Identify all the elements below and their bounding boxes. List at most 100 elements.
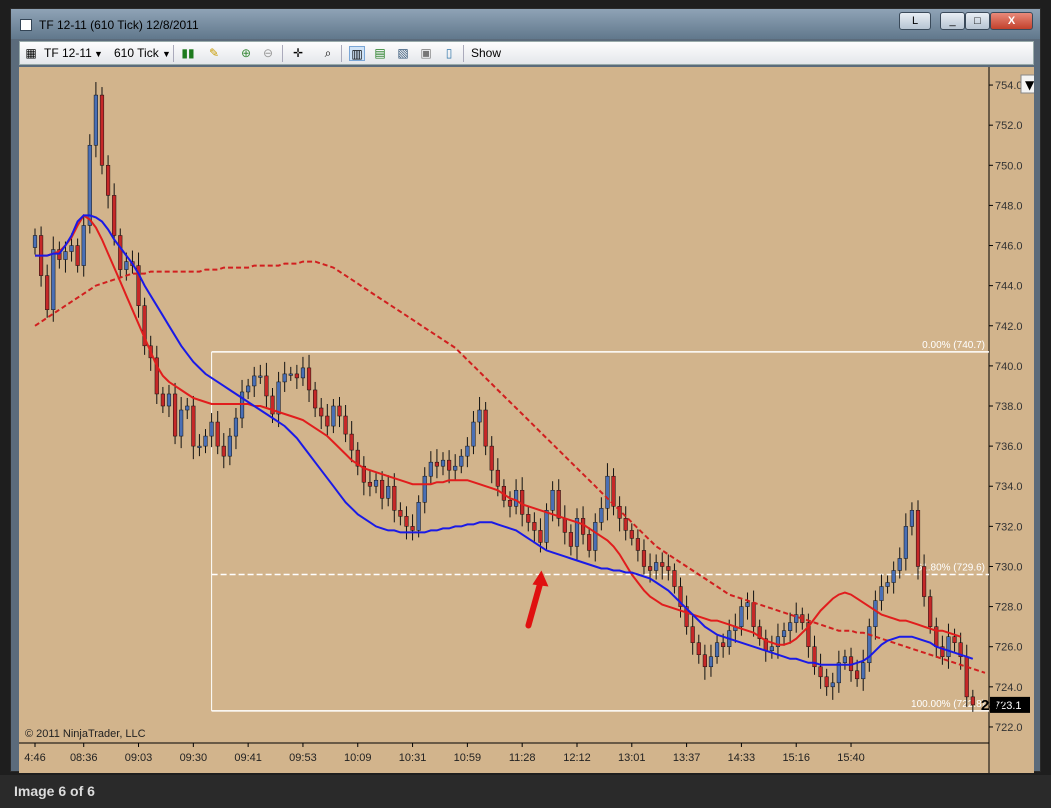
maximize-button[interactable]: □ — [965, 12, 990, 30]
candle-body — [227, 435, 232, 457]
properties-icon[interactable]: ▣ — [418, 46, 434, 61]
x-tick-label: 10:31 — [399, 752, 427, 764]
candle-body — [544, 510, 549, 543]
x-tick-label: 13:37 — [673, 752, 701, 764]
chart-window: TF 12-11 (610 Tick) 12/8/2011 L _ □ X ▦ … — [10, 8, 1041, 773]
candle-body — [209, 421, 214, 437]
title-bar[interactable]: TF 12-11 (610 Tick) 12/8/2011 L _ □ X — [11, 9, 1040, 39]
zoom-out-icon[interactable]: ⊖ — [260, 46, 276, 61]
candle-body — [32, 235, 38, 248]
candle-body — [946, 636, 951, 657]
bar-type-icon[interactable]: ▮▮ — [180, 46, 196, 61]
candle-body — [562, 518, 567, 533]
link-button[interactable]: L — [899, 12, 931, 30]
x-tick-label: 15:40 — [837, 752, 865, 764]
data-box-icon[interactable]: ▯ — [441, 46, 457, 61]
close-button[interactable]: X — [990, 12, 1033, 30]
instrument-selector[interactable]: TF 12-11 — [44, 46, 92, 60]
y-tick-label: 748.0 — [995, 200, 1023, 212]
indicators-icon[interactable]: ▤ — [372, 46, 388, 61]
candle-body — [112, 195, 117, 236]
candle-body — [294, 373, 299, 379]
x-tick-label: 09:03 — [125, 752, 153, 764]
x-tick-label: 08:36 — [70, 752, 98, 764]
candle-body — [538, 530, 543, 543]
candle-body — [386, 485, 391, 499]
candle-body — [666, 566, 671, 571]
candle-body — [660, 562, 665, 567]
toolbar-separator — [341, 45, 342, 62]
candle-body — [690, 626, 695, 643]
y-tick-label: 728.0 — [995, 602, 1023, 614]
candle-body — [191, 405, 196, 447]
y-tick-label: 724.0 — [995, 682, 1023, 694]
price-chart[interactable]: 754.0 752.0 750.0 748.0 746.0 744.0 742.0 740.0… — [19, 67, 1034, 773]
candle-body — [885, 582, 890, 587]
candle-body — [337, 405, 342, 417]
candle-body — [818, 666, 823, 678]
x-tick-label: 09:53 — [289, 752, 317, 764]
candle-body — [172, 393, 178, 437]
y-tick-label: 746.0 — [995, 241, 1023, 253]
show-button[interactable]: Show — [471, 46, 501, 60]
candle-body — [325, 415, 330, 427]
copyright-label: © 2011 NinjaTrader, LLC — [25, 728, 146, 740]
candle-body — [380, 479, 385, 499]
chevron-down-icon[interactable]: ▼ — [94, 49, 103, 59]
candle-body — [306, 367, 312, 391]
candle-body — [714, 642, 720, 657]
crosshair-icon[interactable]: ✛ — [290, 46, 306, 61]
magnifier-icon[interactable]: ⌕ — [320, 46, 336, 61]
y-tick-label: 726.0 — [995, 642, 1023, 654]
zoom-in-icon[interactable]: ⊕ — [238, 46, 254, 61]
candle-body — [300, 367, 306, 379]
candle-body — [75, 245, 80, 266]
candle-body — [288, 373, 293, 376]
toolbar-separator — [463, 45, 464, 62]
candle-body — [952, 636, 957, 643]
fib-level-label: 61.80% (729.6) — [917, 563, 985, 574]
candle-body — [654, 562, 659, 571]
candle-body — [788, 622, 793, 631]
toolbar-separator — [282, 45, 283, 62]
candle-body — [964, 656, 969, 698]
x-tick-label: 10:59 — [454, 752, 482, 764]
strategies-icon[interactable]: ▧ — [395, 46, 411, 61]
candle-body — [514, 490, 519, 507]
candle-body — [587, 534, 592, 551]
candle-body — [507, 500, 513, 507]
candle-body — [897, 558, 902, 571]
x-tick-label: 4:46 — [24, 752, 45, 764]
x-tick-label: 14:33 — [728, 752, 756, 764]
chevron-down-icon[interactable]: ▼ — [162, 49, 171, 59]
candle-body — [87, 144, 92, 226]
candle-body — [635, 538, 640, 551]
candle-body — [495, 469, 500, 487]
candle-body — [233, 417, 239, 437]
candle-body — [745, 602, 750, 607]
candle-body — [343, 415, 348, 435]
candle-body — [392, 485, 397, 511]
x-tick-label: 15:16 — [782, 752, 810, 764]
candle-body — [903, 526, 908, 559]
candle-body — [599, 508, 604, 523]
y-tick-label: 754.0 — [995, 80, 1023, 92]
chevron-down-icon: ▼ — [1025, 78, 1034, 92]
candle-body — [721, 642, 726, 647]
candle-body — [593, 522, 598, 551]
y-tick-label: 736.0 — [995, 441, 1023, 453]
candle-body — [179, 409, 184, 437]
pencil-icon[interactable]: ✎ — [206, 46, 222, 61]
candle-body — [81, 225, 86, 266]
minimize-button[interactable]: _ — [940, 12, 965, 30]
chart-style-icon[interactable]: ▥ — [349, 46, 365, 61]
candle-body — [568, 532, 573, 547]
candle-body — [824, 676, 829, 688]
window-title: TF 12-11 (610 Tick) 12/8/2011 — [39, 18, 199, 32]
candle-body — [197, 445, 202, 448]
candle-body — [258, 375, 263, 378]
x-tick-label: 11:28 — [509, 752, 536, 764]
candle-body — [99, 94, 105, 166]
interval-selector[interactable]: 610 Tick — [114, 46, 159, 60]
candle-body — [647, 566, 653, 571]
